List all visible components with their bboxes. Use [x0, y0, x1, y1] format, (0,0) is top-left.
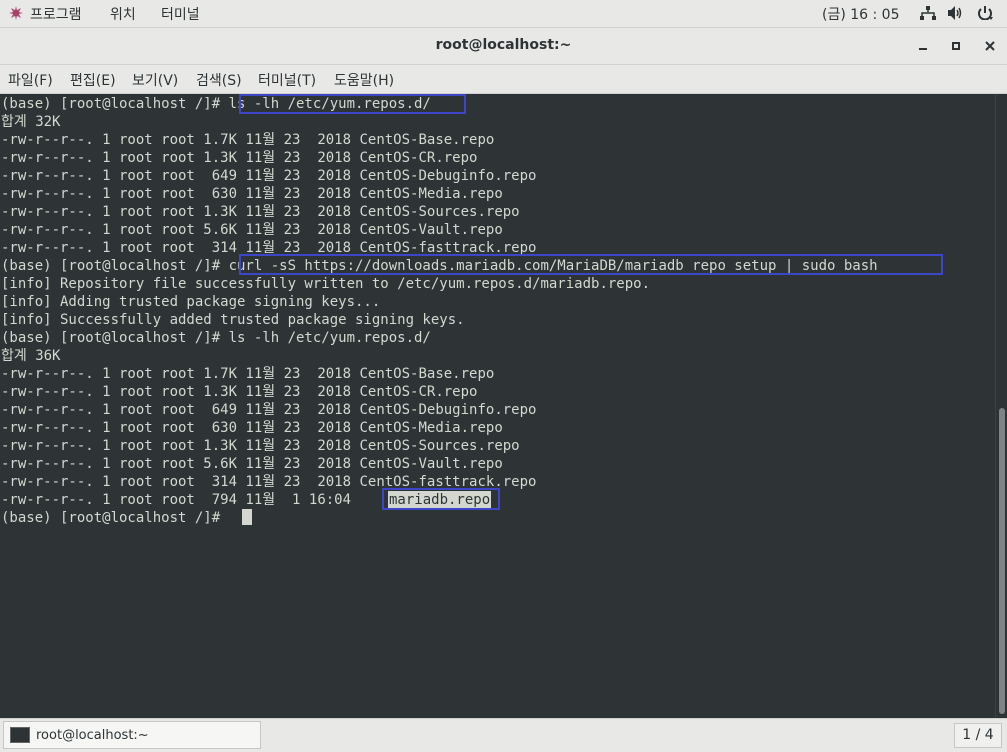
- terminal-line: [info] Repository file successfully writ…: [1, 276, 651, 292]
- workspace-pager[interactable]: 1 / 4: [954, 723, 1002, 748]
- terminal-cursor: [242, 509, 252, 525]
- maximize-button[interactable]: [947, 37, 965, 55]
- minimize-button[interactable]: [914, 37, 932, 55]
- terminal-line: -rw-r--r--. 1 root root 5.6K 11월 23 2018…: [1, 456, 503, 472]
- highlight-box-curl-command: [239, 254, 943, 275]
- network-icon[interactable]: [920, 6, 936, 20]
- terminal-line: -rw-r--r--. 1 root root 1.7K 11월 23 2018…: [1, 366, 495, 382]
- volume-icon[interactable]: [948, 6, 964, 20]
- terminal-line: -rw-r--r--. 1 root root 1.3K 11월 23 2018…: [1, 438, 520, 454]
- highlight-box-mariadb-repo: [382, 488, 500, 510]
- terminal-line: -rw-r--r--. 1 root root 1.7K 11월 23 2018…: [1, 132, 495, 148]
- places-menu[interactable]: 위치: [110, 4, 136, 24]
- terminal-line: 합계 36K: [1, 348, 61, 364]
- terminal-line: (base) [root@localhost /]#: [1, 510, 229, 526]
- terminal-icon: [10, 727, 30, 743]
- taskbar-terminal-item[interactable]: root@localhost:~: [3, 721, 261, 749]
- menu-search[interactable]: 검색(S): [196, 70, 242, 90]
- highlight-box-first-command: [239, 94, 466, 114]
- taskbar-item-label: root@localhost:~: [36, 728, 149, 743]
- terminal-line: [info] Adding trusted package signing ke…: [1, 294, 381, 310]
- window-titlebar[interactable]: root@localhost:~: [0, 28, 1007, 65]
- terminal-output[interactable]: (base) [root@localhost /]# ls -lh /etc/y…: [0, 94, 995, 718]
- terminal-line: -rw-r--r--. 1 root root 5.6K 11월 23 2018…: [1, 222, 503, 238]
- menu-edit[interactable]: 편집(E): [70, 70, 116, 90]
- applications-menu[interactable]: 프로그램: [30, 4, 82, 24]
- terminal-scrollbar[interactable]: [995, 94, 1007, 718]
- scrollbar-thumb[interactable]: [999, 408, 1005, 714]
- terminal-line: [info] Successfully added trusted packag…: [1, 312, 465, 328]
- terminal-app-menu[interactable]: 터미널: [161, 4, 200, 24]
- menu-help[interactable]: 도움말(H): [334, 70, 394, 90]
- terminal-line: -rw-r--r--. 1 root root 794 11월 1 16:04: [1, 492, 360, 508]
- apps-menu-icon[interactable]: [9, 6, 23, 20]
- menu-terminal[interactable]: 터미널(T): [258, 70, 316, 90]
- terminal-line: -rw-r--r--. 1 root root 649 11월 23 2018 …: [1, 402, 537, 418]
- terminal-line: -rw-r--r--. 1 root root 1.3K 11월 23 2018…: [1, 384, 478, 400]
- clock[interactable]: (금) 16 : 05: [822, 4, 900, 24]
- taskbar: root@localhost:~ 1 / 4: [0, 718, 1007, 752]
- terminal-line: -rw-r--r--. 1 root root 1.3K 11월 23 2018…: [1, 150, 478, 166]
- window-title: root@localhost:~: [435, 37, 572, 53]
- terminal-line: 합계 32K: [1, 114, 61, 130]
- menu-view[interactable]: 보기(V): [132, 70, 178, 90]
- terminal-line: -rw-r--r--. 1 root root 630 11월 23 2018 …: [1, 186, 503, 202]
- terminal-line: -rw-r--r--. 1 root root 630 11월 23 2018 …: [1, 420, 503, 436]
- menubar: 파일(F) 편집(E) 보기(V) 검색(S) 터미널(T) 도움말(H): [0, 65, 1007, 94]
- terminal-line: (base) [root@localhost /]# ls -lh /etc/y…: [1, 330, 431, 346]
- terminal-line: -rw-r--r--. 1 root root 649 11월 23 2018 …: [1, 168, 537, 184]
- power-icon[interactable]: [977, 6, 993, 20]
- terminal-line: -rw-r--r--. 1 root root 1.3K 11월 23 2018…: [1, 204, 520, 220]
- top-panel: 프로그램 위치 터미널 (금) 16 : 05: [0, 0, 1007, 28]
- menu-file[interactable]: 파일(F): [8, 70, 53, 90]
- close-button[interactable]: [981, 37, 999, 55]
